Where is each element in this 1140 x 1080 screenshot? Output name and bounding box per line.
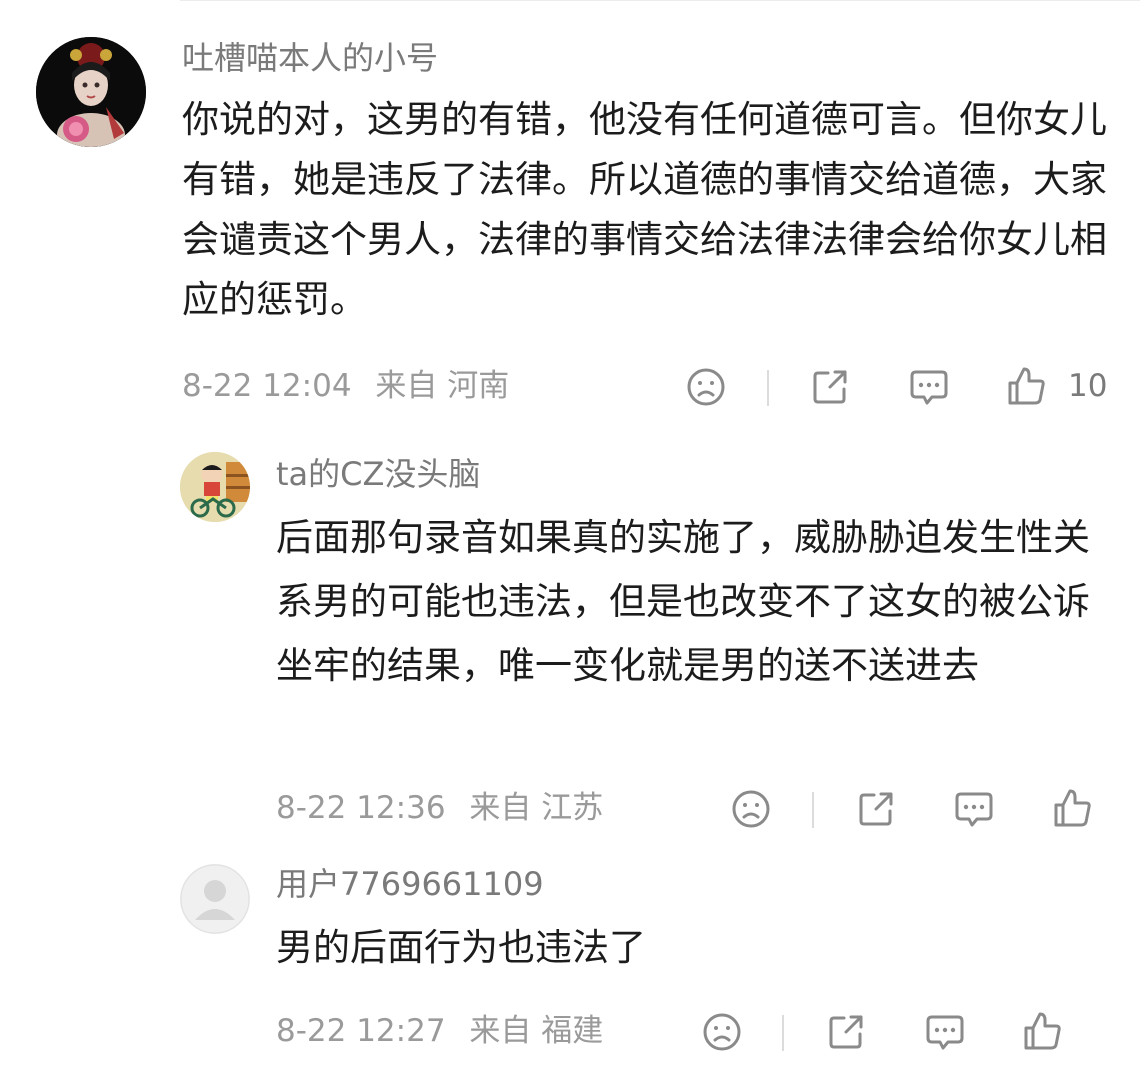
reply-item: ta的CZ没头脑 后面那句录音如果真的实施了，威胁胁迫发生性关系男的可能也违法，… <box>0 440 1140 860</box>
thumbs-up-icon[interactable] <box>1052 787 1094 829</box>
comment-meta: 8-22 12:27 来自 福建 <box>276 1011 603 1051</box>
comment-text: 后面那句录音如果真的实施了，威胁胁迫发生性关系男的可能也违法，但是也改变不了这女… <box>276 516 1090 687</box>
reply-item: 用户7769661109 男的后面行为也违法了 8-22 12:27 来自 福建 <box>0 860 1140 1080</box>
sad-face-icon[interactable] <box>702 1012 742 1052</box>
comment-item: 吐槽喵本人的小号 你说的对，这男的有错，他没有任何道德可言。但你女儿有错，她是违… <box>0 0 1140 440</box>
comment-text: 男的后面行为也违法了 <box>276 926 646 969</box>
timestamp: 8-22 12:04 <box>182 368 352 404</box>
share-icon[interactable] <box>826 1012 866 1052</box>
comment-text: 你说的对，这男的有错，他没有任何道德可言。但你女儿有错，她是违反了法律。所以道德… <box>182 98 1107 321</box>
share-icon[interactable] <box>856 789 896 829</box>
location: 来自 江苏 <box>469 790 604 826</box>
username[interactable]: 用户7769661109 <box>276 864 544 904</box>
avatar[interactable] <box>180 864 250 934</box>
sad-face-icon[interactable] <box>686 367 726 407</box>
timestamp: 8-22 12:36 <box>276 790 446 826</box>
sad-face-icon[interactable] <box>731 789 771 829</box>
thumbs-up-icon[interactable] <box>1022 1010 1064 1052</box>
like-count: 10 <box>1068 368 1108 404</box>
divider <box>812 792 814 828</box>
chat-bubble-icon[interactable] <box>924 1012 966 1052</box>
comment-meta: 8-22 12:36 来自 江苏 <box>276 788 603 828</box>
avatar[interactable] <box>180 452 250 522</box>
divider <box>782 1015 784 1051</box>
timestamp: 8-22 12:27 <box>276 1013 446 1049</box>
username[interactable]: 吐槽喵本人的小号 <box>182 38 438 78</box>
avatar[interactable] <box>36 37 146 147</box>
location: 来自 福建 <box>469 1013 604 1049</box>
chat-bubble-icon[interactable] <box>953 789 995 829</box>
share-icon[interactable] <box>810 367 850 407</box>
username[interactable]: ta的CZ没头脑 <box>276 454 480 494</box>
comment-meta: 8-22 12:04 来自 河南 <box>182 366 509 406</box>
location: 来自 河南 <box>375 368 510 404</box>
chat-bubble-icon[interactable] <box>908 367 950 407</box>
divider <box>767 370 769 406</box>
thumbs-up-icon[interactable] <box>1006 365 1048 407</box>
